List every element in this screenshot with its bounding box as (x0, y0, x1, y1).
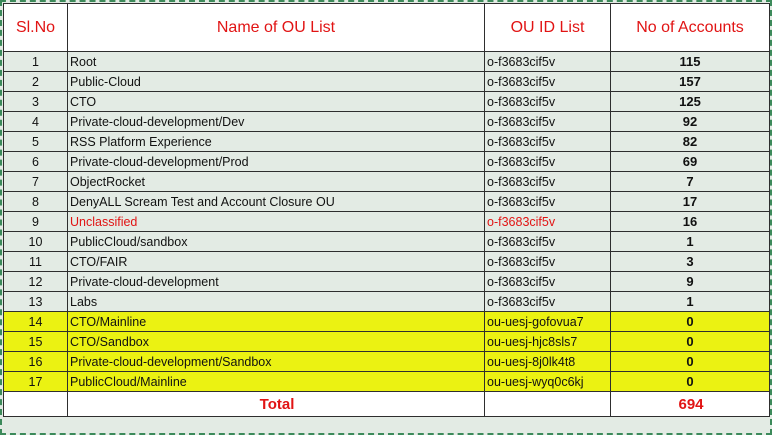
cell-sl-no[interactable]: 7 (3, 171, 68, 192)
header-sl-no[interactable]: Sl.No (3, 3, 68, 52)
table-row: 17 PublicCloud/Mainline ou-uesj-wyq0c6kj 0 (3, 371, 770, 392)
cell-sl-no[interactable]: 9 (3, 211, 68, 232)
cell-sl-no[interactable]: 14 (3, 311, 68, 332)
header-ou-name[interactable]: Name of OU List (67, 3, 485, 52)
total-value[interactable]: 694 (610, 391, 770, 417)
table-row: 8 DenyALL Scream Test and Account Closure… (3, 191, 770, 212)
cell-ou-name[interactable]: RSS Platform Experience (67, 131, 485, 152)
cell-ou-name[interactable]: PublicCloud/Mainline (67, 371, 485, 392)
cell-ou-name[interactable]: ObjectRocket (67, 171, 485, 192)
cell-accounts[interactable]: 0 (610, 311, 770, 332)
cell-accounts[interactable]: 7 (610, 171, 770, 192)
sheet-frame: Sl.No Name of OU List OU ID List No of A… (0, 0, 772, 435)
cell-ou-name[interactable]: CTO/Mainline (67, 311, 485, 332)
cell-accounts[interactable]: 92 (610, 111, 770, 132)
cell-ou-id[interactable]: o-f3683cif5v (484, 271, 611, 292)
cell-accounts[interactable]: 82 (610, 131, 770, 152)
cell-ou-id[interactable]: o-f3683cif5v (484, 111, 611, 132)
header-row: Sl.No Name of OU List OU ID List No of A… (3, 3, 770, 52)
cell-accounts[interactable]: 0 (610, 331, 770, 352)
cell-sl-no[interactable]: 16 (3, 351, 68, 372)
cell-sl-no[interactable]: 15 (3, 331, 68, 352)
table-row: 14 CTO/Mainline ou-uesj-gofovua7 0 (3, 311, 770, 332)
cell-accounts[interactable]: 69 (610, 151, 770, 172)
header-ou-id[interactable]: OU ID List (484, 3, 611, 52)
cell-ou-id[interactable]: o-f3683cif5v (484, 291, 611, 312)
table-row: 10 PublicCloud/sandbox o-f3683cif5v 1 (3, 231, 770, 252)
cell-ou-name[interactable]: DenyALL Scream Test and Account Closure … (67, 191, 485, 212)
cell-sl-no[interactable]: 4 (3, 111, 68, 132)
cell-ou-name[interactable]: Private-cloud-development (67, 271, 485, 292)
table-row: 16 Private-cloud-development/Sandbox ou-ue… (3, 351, 770, 372)
cell-ou-id[interactable]: o-f3683cif5v (484, 231, 611, 252)
cell-ou-name[interactable]: Root (67, 51, 485, 72)
cell-ou-id[interactable]: o-f3683cif5v (484, 131, 611, 152)
cell-ou-id[interactable]: ou-uesj-gofovua7 (484, 311, 611, 332)
cell-ou-name[interactable]: CTO (67, 91, 485, 112)
total-row: Total 694 (3, 391, 770, 417)
cell-ou-id[interactable]: ou-uesj-wyq0c6kj (484, 371, 611, 392)
cell-accounts[interactable]: 9 (610, 271, 770, 292)
cell-ou-name[interactable]: CTO/FAIR (67, 251, 485, 272)
table-row: 4 Private-cloud-development/Dev o-f3683cif… (3, 111, 770, 132)
table-row: 6 Private-cloud-development/Prod o-f3683ci… (3, 151, 770, 172)
table-row: 15 CTO/Sandbox ou-uesj-hjc8sls7 0 (3, 331, 770, 352)
ou-accounts-table: Sl.No Name of OU List OU ID List No of A… (3, 3, 770, 417)
cell-accounts[interactable]: 3 (610, 251, 770, 272)
cell-ou-id[interactable]: o-f3683cif5v (484, 191, 611, 212)
cell-sl-no[interactable]: 5 (3, 131, 68, 152)
cell-ou-name[interactable]: Private-cloud-development/Prod (67, 151, 485, 172)
cell-accounts[interactable]: 125 (610, 91, 770, 112)
cell-ou-id[interactable]: o-f3683cif5v (484, 91, 611, 112)
cell-accounts[interactable]: 17 (610, 191, 770, 212)
cell-sl-no[interactable]: 11 (3, 251, 68, 272)
header-accounts[interactable]: No of Accounts (610, 3, 770, 52)
cell-ou-name[interactable]: Private-cloud-development/Sandbox (67, 351, 485, 372)
total-blank-cell[interactable] (3, 391, 68, 417)
cell-ou-name[interactable]: Unclassified (67, 211, 485, 232)
table-body: 1 Root o-f3683cif5v 115 2 Public-Cloud o-f3683… (3, 51, 770, 392)
cell-accounts[interactable]: 1 (610, 291, 770, 312)
table-row: 5 RSS Platform Experience o-f3683cif5v 82 (3, 131, 770, 152)
cell-sl-no[interactable]: 10 (3, 231, 68, 252)
cell-ou-id[interactable]: ou-uesj-8j0lk4t8 (484, 351, 611, 372)
cell-accounts[interactable]: 16 (610, 211, 770, 232)
cell-sl-no[interactable]: 2 (3, 71, 68, 92)
cell-ou-name[interactable]: PublicCloud/sandbox (67, 231, 485, 252)
cell-accounts[interactable]: 1 (610, 231, 770, 252)
table-row: 3 CTO o-f3683cif5v 125 (3, 91, 770, 112)
cell-sl-no[interactable]: 1 (3, 51, 68, 72)
cell-sl-no[interactable]: 8 (3, 191, 68, 212)
cell-ou-name[interactable]: CTO/Sandbox (67, 331, 485, 352)
cell-accounts[interactable]: 157 (610, 71, 770, 92)
total-label[interactable]: Total (67, 391, 485, 417)
table-row: 13 Labs o-f3683cif5v 1 (3, 291, 770, 312)
cell-ou-id[interactable]: o-f3683cif5v (484, 171, 611, 192)
total-blank-cell[interactable] (484, 391, 611, 417)
cell-sl-no[interactable]: 12 (3, 271, 68, 292)
cell-ou-id[interactable]: ou-uesj-hjc8sls7 (484, 331, 611, 352)
cell-sl-no[interactable]: 13 (3, 291, 68, 312)
cell-ou-id[interactable]: o-f3683cif5v (484, 251, 611, 272)
cell-ou-name[interactable]: Public-Cloud (67, 71, 485, 92)
table-row: 12 Private-cloud-development o-f3683cif5v 9 (3, 271, 770, 292)
cell-ou-id[interactable]: o-f3683cif5v (484, 151, 611, 172)
cell-accounts[interactable]: 0 (610, 371, 770, 392)
cell-ou-id[interactable]: o-f3683cif5v (484, 71, 611, 92)
table-row: 2 Public-Cloud o-f3683cif5v 157 (3, 71, 770, 92)
table-row: 11 CTO/FAIR o-f3683cif5v 3 (3, 251, 770, 272)
cell-accounts[interactable]: 115 (610, 51, 770, 72)
cell-ou-name[interactable]: Private-cloud-development/Dev (67, 111, 485, 132)
cell-ou-id[interactable]: o-f3683cif5v (484, 51, 611, 72)
table-row: 9 Unclassified o-f3683cif5v 16 (3, 211, 770, 232)
cell-accounts[interactable]: 0 (610, 351, 770, 372)
cell-ou-id[interactable]: o-f3683cif5v (484, 211, 611, 232)
table-row: 7 ObjectRocket o-f3683cif5v 7 (3, 171, 770, 192)
cell-sl-no[interactable]: 6 (3, 151, 68, 172)
table-row: 1 Root o-f3683cif5v 115 (3, 51, 770, 72)
cell-ou-name[interactable]: Labs (67, 291, 485, 312)
cell-sl-no[interactable]: 3 (3, 91, 68, 112)
cell-sl-no[interactable]: 17 (3, 371, 68, 392)
